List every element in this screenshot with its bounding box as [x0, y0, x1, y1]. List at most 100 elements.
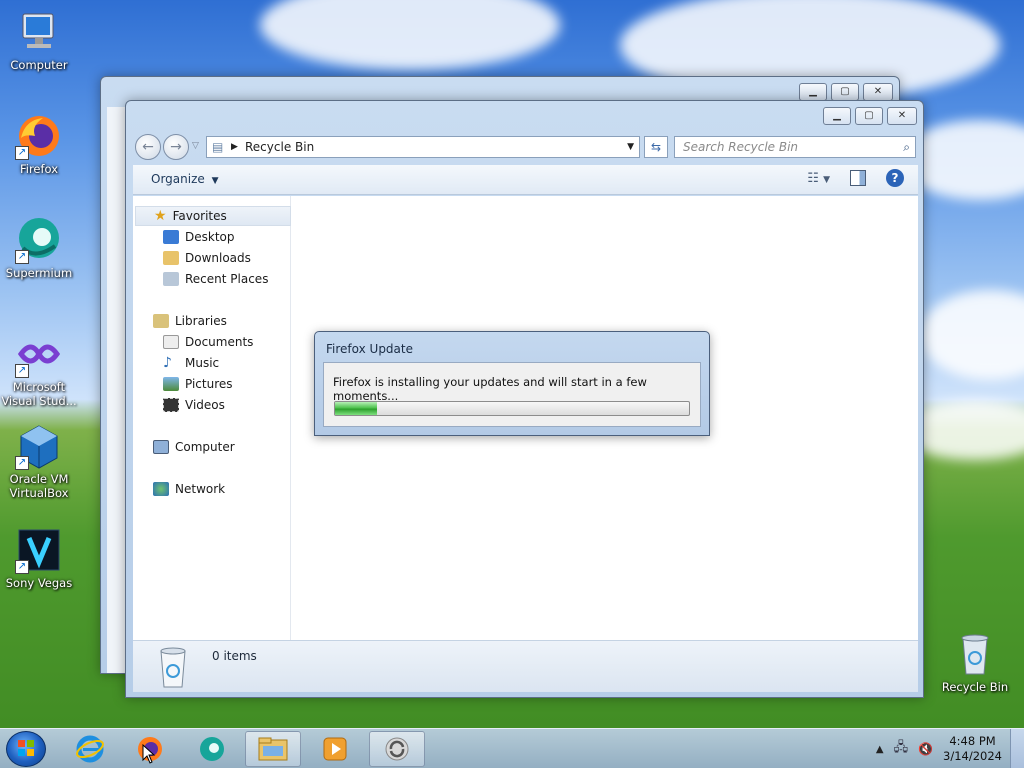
- preview-pane-button[interactable]: [850, 170, 866, 186]
- nav-label: Pictures: [185, 377, 233, 391]
- internet-explorer-icon: [76, 735, 104, 763]
- nav-label: Videos: [185, 398, 225, 412]
- desktop-icon-label: Computer: [10, 58, 68, 72]
- desktop-icon-computer[interactable]: Computer: [0, 8, 78, 72]
- refresh-button[interactable]: ⇆: [644, 136, 668, 158]
- explorer-folder-icon: [258, 737, 288, 761]
- music-note-icon: ♪: [163, 355, 172, 371]
- details-pane: 0 items: [133, 640, 918, 692]
- shortcut-arrow-icon: ↗: [15, 364, 29, 378]
- taskbar-firefox-update[interactable]: [369, 731, 425, 767]
- taskbar-media-player[interactable]: [307, 731, 363, 767]
- media-player-icon: [323, 737, 347, 761]
- nav-favorites[interactable]: ★ Favorites: [135, 206, 291, 226]
- back-button[interactable]: ←: [135, 134, 161, 160]
- dialog-body: Firefox is installing your updates and w…: [323, 362, 701, 427]
- network-tray-icon[interactable]: 🖧: [894, 738, 909, 760]
- nav-network[interactable]: Network: [153, 479, 225, 499]
- desktop-icon-firefox[interactable]: ↗ Firefox: [0, 112, 78, 176]
- desktop-icon-supermium[interactable]: ↗ Supermium: [0, 216, 78, 280]
- nav-documents[interactable]: Documents: [163, 332, 253, 352]
- taskbar-supermium[interactable]: [184, 731, 240, 767]
- item-count: 0 items: [212, 649, 257, 663]
- desktop-icon-label: Sony Vegas: [5, 576, 73, 590]
- address-dropdown-icon[interactable]: ▼: [627, 137, 634, 157]
- search-icon[interactable]: ⌕: [903, 137, 910, 157]
- supermium-icon: [200, 737, 224, 761]
- taskbar-windows-explorer[interactable]: [245, 731, 301, 767]
- help-icon[interactable]: ?: [886, 169, 904, 187]
- desktop-icon-label: Oracle VM VirtualBox: [9, 472, 69, 500]
- progress-fill: [335, 402, 378, 415]
- recycle-bin-icon: [951, 630, 999, 678]
- nav-label: Favorites: [172, 209, 227, 223]
- minimize-button[interactable]: ▁: [799, 83, 827, 101]
- desktop-icon-label: Recycle Bin: [941, 680, 1009, 694]
- taskbar-internet-explorer[interactable]: [62, 731, 118, 767]
- system-tray: ▲ 🖧 🔇 4:48 PM 3/14/2024: [876, 729, 1002, 768]
- network-icon: [153, 482, 169, 496]
- desktop-icon: [163, 230, 179, 244]
- documents-icon: [163, 335, 179, 349]
- breadcrumb-recycle-bin[interactable]: Recycle Bin: [245, 137, 314, 157]
- shortcut-arrow-icon: ↗: [15, 146, 29, 160]
- desktop-icon-recycle-bin[interactable]: Recycle Bin: [936, 630, 1014, 694]
- chevron-down-icon: ▼: [823, 175, 830, 185]
- sony-vegas-icon: ↗: [15, 526, 63, 574]
- close-button[interactable]: ✕: [863, 83, 893, 101]
- minimize-button[interactable]: ▁: [823, 107, 851, 125]
- recycle-bin-small-icon: ▤: [212, 140, 224, 154]
- maximize-button[interactable]: ▢: [831, 83, 859, 101]
- address-bar[interactable]: ▤ ▶ Recycle Bin ▼: [206, 136, 640, 158]
- desktop-icon-label: Supermium: [5, 266, 73, 280]
- nav-videos[interactable]: Videos: [163, 395, 225, 415]
- nav-recent-places[interactable]: Recent Places: [163, 269, 268, 289]
- start-button[interactable]: [6, 731, 46, 767]
- change-view-button[interactable]: ☷ ▼: [807, 171, 830, 186]
- forward-button[interactable]: →: [163, 134, 189, 160]
- firefox-update-dialog[interactable]: Firefox Update Firefox is installing you…: [314, 331, 710, 436]
- window-controls: ▁ ▢ ✕: [799, 83, 893, 101]
- cloud: [260, 0, 560, 70]
- recent-places-icon: [163, 272, 179, 286]
- volume-muted-icon[interactable]: 🔇: [918, 742, 933, 756]
- show-desktop-button[interactable]: [1010, 729, 1024, 768]
- dialog-title: Firefox Update: [326, 342, 413, 356]
- supermium-icon: ↗: [15, 216, 63, 264]
- navigation-pane: ★ Favorites Desktop Downloads Recent Pla…: [133, 196, 291, 640]
- downloads-folder-icon: [163, 251, 179, 265]
- search-input[interactable]: Search Recycle Bin ⌕: [674, 136, 916, 158]
- nav-downloads[interactable]: Downloads: [163, 248, 251, 268]
- nav-label: Downloads: [185, 251, 251, 265]
- star-icon: ★: [154, 208, 167, 224]
- nav-music[interactable]: ♪ Music: [163, 353, 219, 373]
- nav-label: Libraries: [175, 314, 227, 328]
- clock-time: 4:48 PM: [949, 734, 996, 748]
- desktop-icon-sony-vegas[interactable]: ↗ Sony Vegas: [0, 526, 78, 590]
- desktop-icon-visual-studio[interactable]: ↗ Microsoft Visual Stud...: [0, 330, 78, 408]
- shortcut-arrow-icon: ↗: [15, 456, 29, 470]
- computer-icon: [15, 8, 63, 56]
- visual-studio-icon: ↗: [15, 330, 63, 378]
- desktop-icon-virtualbox[interactable]: ↗ Oracle VM VirtualBox: [0, 422, 78, 500]
- nav-libraries[interactable]: Libraries: [153, 311, 227, 331]
- close-button[interactable]: ✕: [887, 107, 917, 125]
- nav-pictures[interactable]: Pictures: [163, 374, 233, 394]
- clock[interactable]: 4:48 PM 3/14/2024: [943, 734, 1002, 764]
- nav-computer[interactable]: Computer: [153, 437, 235, 457]
- breadcrumb-arrow-icon[interactable]: ▶: [231, 137, 238, 157]
- recycle-bin-icon: [155, 645, 191, 689]
- nav-desktop[interactable]: Desktop: [163, 227, 235, 247]
- videos-icon: [163, 398, 179, 412]
- firefox-update-icon: [385, 737, 409, 761]
- clock-date: 3/14/2024: [943, 749, 1002, 763]
- shortcut-arrow-icon: ↗: [15, 250, 29, 264]
- window-controls: ▁ ▢ ✕: [823, 107, 917, 125]
- desktop-icon-label: Microsoft Visual Stud...: [1, 380, 77, 408]
- maximize-button[interactable]: ▢: [855, 107, 883, 125]
- show-hidden-icons-icon[interactable]: ▲: [876, 744, 884, 755]
- recent-pages-dropdown-icon[interactable]: ▽: [192, 141, 199, 151]
- organize-button[interactable]: Organize ▼: [151, 172, 219, 186]
- nav-label: Computer: [175, 440, 235, 454]
- windows-logo-icon: [18, 740, 34, 756]
